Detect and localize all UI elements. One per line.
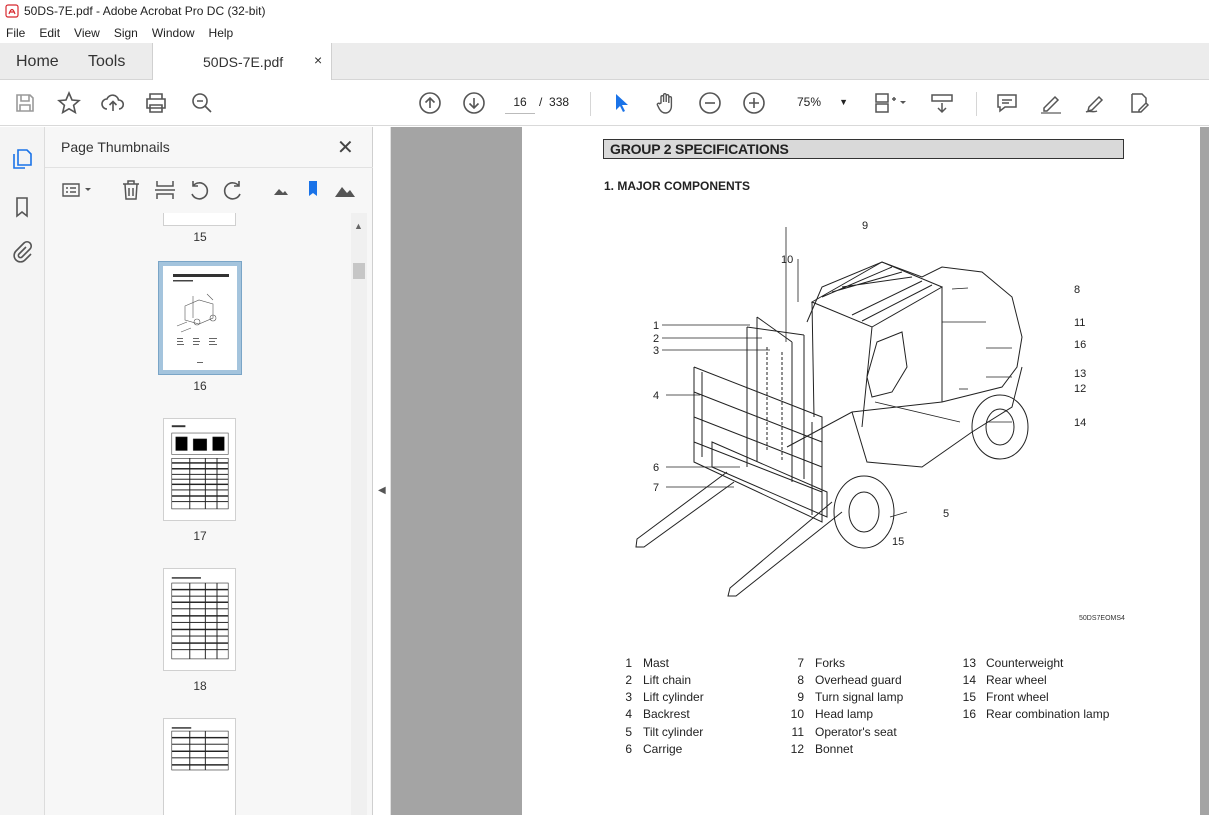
page-gutter	[1200, 127, 1209, 815]
scroll-up-icon[interactable]: ▲	[354, 221, 363, 231]
thumbnail-page-17[interactable]	[163, 418, 236, 521]
zoom-in-icon[interactable]	[741, 90, 767, 116]
section-title: 1. MAJOR COMPONENTS	[604, 179, 751, 193]
menu-view[interactable]: View	[68, 26, 108, 40]
collapse-panel-icon[interactable]: ◀	[378, 485, 386, 496]
close-panel-icon[interactable]: ✕	[337, 135, 354, 160]
callout: 8	[1074, 284, 1081, 296]
menu-window[interactable]: Window	[146, 26, 203, 40]
page-display-icon[interactable]	[872, 90, 908, 116]
bookmark-marker-icon[interactable]	[301, 178, 325, 202]
menu-bar: File Edit View Sign Window Help	[0, 22, 1209, 43]
callout: 13	[1074, 368, 1087, 380]
thumbnail-label: 15	[193, 230, 207, 244]
callout: 6	[653, 462, 660, 474]
callout: 7	[653, 482, 660, 494]
comment-icon[interactable]	[994, 90, 1020, 116]
menu-sign[interactable]: Sign	[108, 26, 146, 40]
acrobat-app-icon	[5, 4, 19, 18]
window-title: 50DS-7E.pdf - Adobe Acrobat Pro DC (32-b…	[24, 4, 266, 18]
panel-title: Page Thumbnails	[61, 139, 170, 155]
options-menu-icon[interactable]	[60, 178, 94, 202]
thumbnail-label: 17	[193, 529, 207, 543]
menu-help[interactable]: Help	[203, 26, 242, 40]
thumbnail-label: 16	[193, 379, 207, 393]
callout: 9	[862, 220, 869, 232]
toolbar-divider	[590, 92, 591, 116]
toolbar-divider	[976, 92, 977, 116]
navigation-rail	[0, 127, 45, 815]
tab-document[interactable]: 50DS-7E.pdf ×	[152, 43, 332, 80]
menu-file[interactable]: File	[0, 26, 33, 40]
callout: 14	[1074, 417, 1087, 429]
hand-tool-icon[interactable]	[653, 90, 679, 116]
callout: 5	[943, 508, 950, 520]
page-number-input[interactable]: 16	[505, 90, 535, 114]
callout: 1	[653, 320, 660, 332]
insert-page-icon[interactable]	[153, 178, 177, 202]
thumbnail-page-15[interactable]	[163, 213, 236, 226]
zoom-select[interactable]: 75% ▼	[788, 90, 854, 114]
thumbnail-page-19[interactable]	[163, 718, 236, 815]
document-view[interactable]: GROUP 2 SPECIFICATIONS 1. MAJOR COMPONEN…	[391, 127, 1209, 815]
zoom-search-icon[interactable]	[189, 90, 215, 116]
thumbnails-panel: Page Thumbnails ✕ 15 16 17 18 ▲	[45, 127, 373, 815]
title-bar: 50DS-7E.pdf - Adobe Acrobat Pro DC (32-b…	[0, 0, 1209, 22]
close-tab-icon[interactable]: ×	[314, 52, 322, 68]
thumbnail-page-18[interactable]	[163, 568, 236, 671]
thumbnail-smaller-icon[interactable]	[269, 178, 293, 202]
page-thumbnails-icon[interactable]	[10, 147, 34, 171]
callout: 4	[653, 390, 660, 402]
callout: 11	[1074, 317, 1086, 329]
callout: 10	[781, 254, 794, 266]
callout: 15	[892, 536, 905, 548]
print-icon[interactable]	[143, 90, 169, 116]
scroll-mode-icon[interactable]	[929, 90, 955, 116]
scrollbar-thumb[interactable]	[353, 263, 365, 279]
thumbnail-scrollbar[interactable]: ▲	[351, 213, 367, 815]
thumbnail-toolbar	[45, 167, 373, 211]
tab-home[interactable]: Home	[16, 53, 59, 71]
highlight-pen-icon[interactable]	[1038, 90, 1064, 116]
callout: 16	[1074, 339, 1087, 351]
rotate-counterclockwise-icon[interactable]	[187, 178, 211, 202]
tab-tools[interactable]: Tools	[88, 53, 125, 71]
previous-page-icon[interactable]	[417, 90, 443, 116]
menu-edit[interactable]: Edit	[33, 26, 68, 40]
page-total: / 338	[539, 95, 569, 109]
thumbnail-list: 15 16 17 18	[45, 213, 351, 815]
tab-bar: Home Tools 50DS-7E.pdf ×	[0, 43, 1209, 80]
chevron-down-icon: ▼	[839, 97, 848, 107]
rotate-clockwise-icon[interactable]	[221, 178, 245, 202]
select-pointer-icon[interactable]	[608, 90, 634, 116]
delete-page-icon[interactable]	[119, 178, 143, 202]
upload-cloud-icon[interactable]	[100, 90, 126, 116]
save-icon[interactable]	[12, 90, 38, 116]
thumbnail-page-16[interactable]	[158, 261, 242, 375]
thumbnail-larger-icon[interactable]	[333, 178, 357, 202]
bookmark-icon[interactable]	[10, 195, 34, 219]
toolbar: 16 / 338 75% ▼	[0, 80, 1209, 126]
callout-labels: 1 2 3 4 5 6 7 8 9 10 11 12 13 14 15 16	[622, 217, 1142, 617]
callout: 2	[653, 333, 660, 345]
draw-freehand-icon[interactable]	[1082, 90, 1108, 116]
total-pages: 338	[549, 95, 570, 109]
figure-code: 50DS7EOMS4	[1079, 615, 1125, 622]
attachment-icon[interactable]	[10, 240, 34, 264]
tab-document-label: 50DS-7E.pdf	[203, 54, 284, 70]
pdf-page: GROUP 2 SPECIFICATIONS 1. MAJOR COMPONEN…	[522, 127, 1200, 815]
panel-splitter[interactable]: ◀	[373, 127, 391, 815]
star-icon[interactable]	[56, 90, 82, 116]
fill-sign-icon[interactable]	[1126, 90, 1152, 116]
page-separator: /	[539, 95, 543, 109]
zoom-value: 75%	[797, 95, 822, 109]
callout: 12	[1074, 383, 1087, 395]
group-title: GROUP 2 SPECIFICATIONS	[603, 139, 1124, 159]
next-page-icon[interactable]	[461, 90, 487, 116]
callout: 3	[653, 345, 660, 357]
zoom-out-icon[interactable]	[697, 90, 723, 116]
thumbnail-label: 18	[193, 679, 207, 693]
